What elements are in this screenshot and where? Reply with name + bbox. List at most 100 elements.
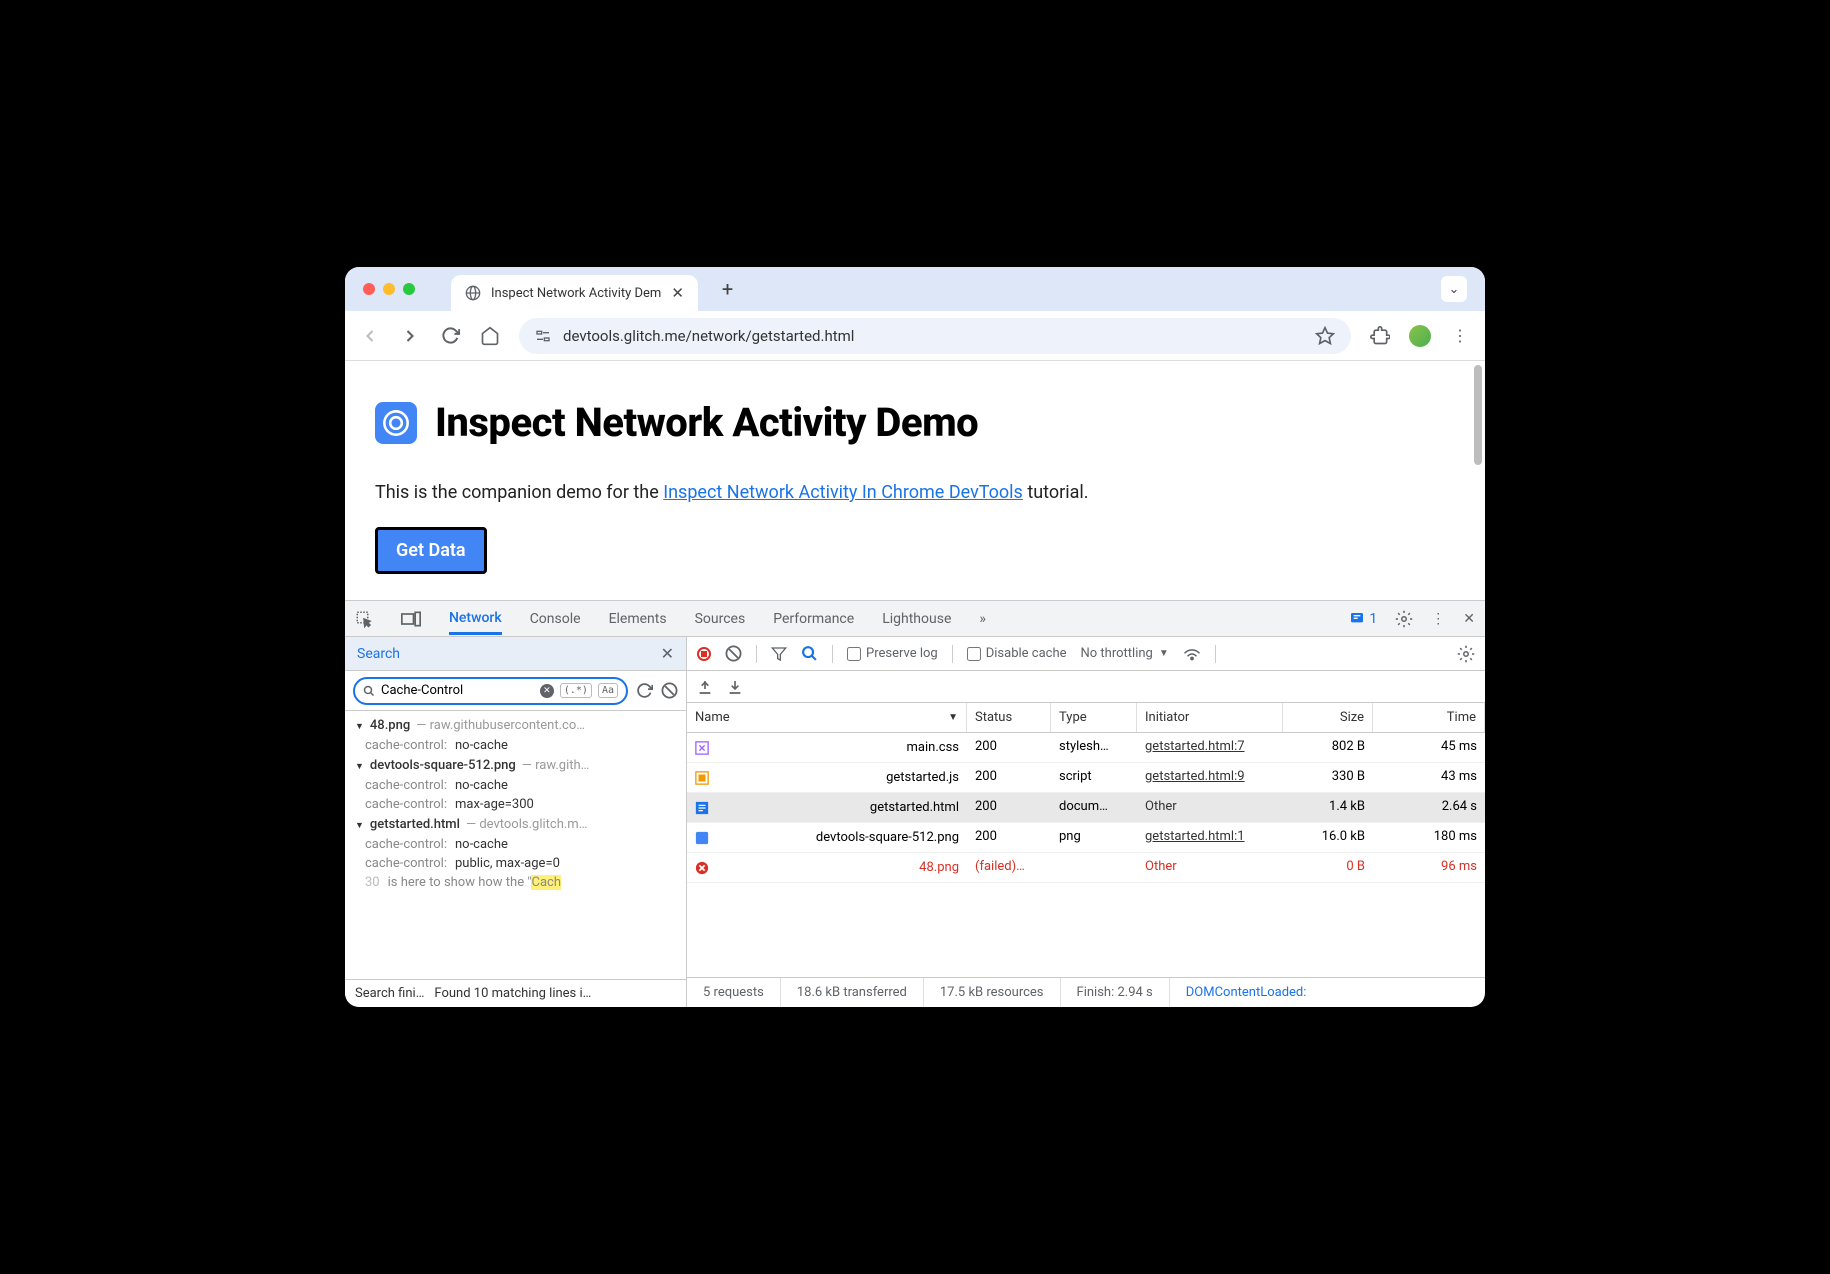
- col-initiator[interactable]: Initiator: [1137, 703, 1283, 732]
- regex-toggle[interactable]: (.*): [560, 683, 592, 698]
- page-title: Inspect Network Activity Demo: [435, 399, 978, 446]
- footer-dcl: DOMContentLoaded:: [1170, 978, 1323, 1007]
- tab-sources[interactable]: Sources: [695, 611, 746, 627]
- col-size[interactable]: Size: [1283, 703, 1373, 732]
- footer-resources: 17.5 kB resources: [924, 978, 1061, 1007]
- globe-icon: [465, 285, 481, 301]
- minimize-window[interactable]: [383, 283, 395, 295]
- close-devtools-icon[interactable]: ✕: [1463, 611, 1475, 627]
- search-network-icon[interactable]: [801, 645, 818, 662]
- more-tabs-icon[interactable]: »: [979, 611, 986, 627]
- table-row[interactable]: main.css200stylesh…getstarted.html:7802 …: [687, 733, 1485, 763]
- new-tab-button[interactable]: +: [722, 277, 733, 301]
- inspect-element-icon[interactable]: [355, 610, 373, 628]
- table-row[interactable]: 48.png(failed)…Other0 B96 ms: [687, 853, 1485, 883]
- filter-icon[interactable]: [771, 646, 787, 662]
- search-result-line[interactable]: 30is here to show how the "Cach: [345, 873, 686, 892]
- devtools-tabs: Network Console Elements Sources Perform…: [345, 601, 1485, 637]
- preserve-log-checkbox[interactable]: Preserve log: [847, 646, 938, 661]
- address-bar[interactable]: devtools.glitch.me/network/getstarted.ht…: [519, 318, 1351, 354]
- col-type[interactable]: Type: [1051, 703, 1137, 732]
- table-row[interactable]: getstarted.js200scriptgetstarted.html:93…: [687, 763, 1485, 793]
- content-area: Inspect Network Activity Demo This is th…: [345, 361, 1485, 1007]
- back-button[interactable]: [359, 325, 381, 347]
- network-conditions-icon[interactable]: [1183, 647, 1201, 661]
- url-text: devtools.glitch.me/network/getstarted.ht…: [563, 327, 854, 345]
- site-settings-icon[interactable]: [535, 328, 551, 344]
- search-pane: Search ✕ Cache-Control ✕ (.*) Aa: [345, 637, 687, 1007]
- refresh-search-icon[interactable]: [636, 682, 653, 699]
- network-settings-icon[interactable]: [1457, 645, 1475, 663]
- network-footer: 5 requests 18.6 kB transferred 17.5 kB r…: [687, 977, 1485, 1007]
- clear-results-icon[interactable]: [661, 682, 678, 699]
- forward-button[interactable]: [399, 325, 421, 347]
- col-name[interactable]: Name▼: [687, 703, 967, 732]
- home-button[interactable]: [479, 325, 501, 347]
- network-pane: Preserve log Disable cache No throttling…: [687, 637, 1485, 1007]
- import-har-icon[interactable]: [727, 679, 743, 695]
- reload-button[interactable]: [439, 325, 461, 347]
- get-data-button[interactable]: Get Data: [375, 527, 487, 574]
- search-result-line[interactable]: cache-control:max-age=300: [345, 795, 686, 814]
- settings-icon[interactable]: [1395, 610, 1413, 628]
- tabs-menu-button[interactable]: ⌄: [1441, 276, 1467, 302]
- close-window[interactable]: [363, 283, 375, 295]
- search-header: Search ✕: [345, 637, 686, 671]
- extensions-button[interactable]: [1369, 325, 1391, 347]
- tab-title: Inspect Network Activity Dem: [491, 286, 661, 301]
- col-status[interactable]: Status: [967, 703, 1051, 732]
- browser-tab[interactable]: Inspect Network Activity Dem ✕: [451, 275, 698, 311]
- bookmark-icon[interactable]: [1315, 326, 1335, 346]
- clear-button[interactable]: [725, 645, 742, 662]
- case-toggle[interactable]: Aa: [598, 683, 618, 698]
- maximize-window[interactable]: [403, 283, 415, 295]
- issues-button[interactable]: 1: [1349, 611, 1377, 627]
- tab-console[interactable]: Console: [530, 611, 581, 627]
- footer-requests: 5 requests: [687, 978, 781, 1007]
- tab-performance[interactable]: Performance: [773, 611, 854, 627]
- search-result-line[interactable]: cache-control:no-cache: [345, 835, 686, 854]
- tab-elements[interactable]: Elements: [609, 611, 667, 627]
- search-header-label: Search: [357, 646, 400, 662]
- device-toggle-icon[interactable]: [401, 611, 421, 627]
- tutorial-link[interactable]: Inspect Network Activity In Chrome DevTo…: [663, 482, 1023, 503]
- record-button[interactable]: [697, 647, 711, 661]
- search-result-file[interactable]: ▼devtools-square-512.png — raw.gith…: [345, 755, 686, 776]
- tab-lighthouse[interactable]: Lighthouse: [882, 611, 951, 627]
- devtools-body: Search ✕ Cache-Control ✕ (.*) Aa: [345, 637, 1485, 1007]
- page-description: This is the companion demo for the Inspe…: [375, 482, 1455, 503]
- export-har-icon[interactable]: [697, 679, 713, 695]
- close-search-icon[interactable]: ✕: [661, 644, 674, 663]
- throttling-select[interactable]: No throttling ▼: [1081, 646, 1169, 661]
- table-body: main.css200stylesh…getstarted.html:7802 …: [687, 733, 1485, 977]
- network-table: Name▼ Status Type Initiator Size Time ma…: [687, 703, 1485, 977]
- search-input[interactable]: Cache-Control ✕ (.*) Aa: [353, 677, 628, 705]
- table-row[interactable]: getstarted.html200docum…Other1.4 kB2.64 …: [687, 793, 1485, 823]
- search-icon: [363, 685, 375, 697]
- browser-window: Inspect Network Activity Dem ✕ + ⌄ devto…: [345, 267, 1485, 1007]
- page-logo-icon: [375, 402, 417, 444]
- devtools-menu-icon[interactable]: ⋮: [1431, 611, 1445, 627]
- close-tab-icon[interactable]: ✕: [671, 284, 684, 302]
- search-result-file[interactable]: ▼getstarted.html — devtools.glitch.m…: [345, 814, 686, 835]
- search-footer: Search fini… Found 10 matching lines i…: [345, 979, 686, 1007]
- menu-button[interactable]: ⋮: [1449, 325, 1471, 347]
- clear-search-icon[interactable]: ✕: [540, 684, 554, 698]
- search-result-line[interactable]: cache-control:public, max-age=0: [345, 854, 686, 873]
- search-result-file[interactable]: ▼48.png — raw.githubusercontent.co…: [345, 715, 686, 736]
- footer-transferred: 18.6 kB transferred: [781, 978, 924, 1007]
- network-toolbar-2: [687, 671, 1485, 703]
- browser-toolbar: devtools.glitch.me/network/getstarted.ht…: [345, 311, 1485, 361]
- table-row[interactable]: devtools-square-512.png200pnggetstarted.…: [687, 823, 1485, 853]
- devtools: Network Console Elements Sources Perform…: [345, 600, 1485, 1007]
- footer-finish: Finish: 2.94 s: [1061, 978, 1170, 1007]
- tab-network[interactable]: Network: [449, 610, 502, 635]
- page-scrollbar[interactable]: [1474, 365, 1482, 465]
- window-controls: [363, 283, 415, 295]
- col-time[interactable]: Time: [1373, 703, 1485, 732]
- profile-button[interactable]: [1409, 325, 1431, 347]
- search-result-line[interactable]: cache-control:no-cache: [345, 736, 686, 755]
- search-query: Cache-Control: [381, 683, 534, 698]
- disable-cache-checkbox[interactable]: Disable cache: [967, 646, 1067, 661]
- search-result-line[interactable]: cache-control:no-cache: [345, 776, 686, 795]
